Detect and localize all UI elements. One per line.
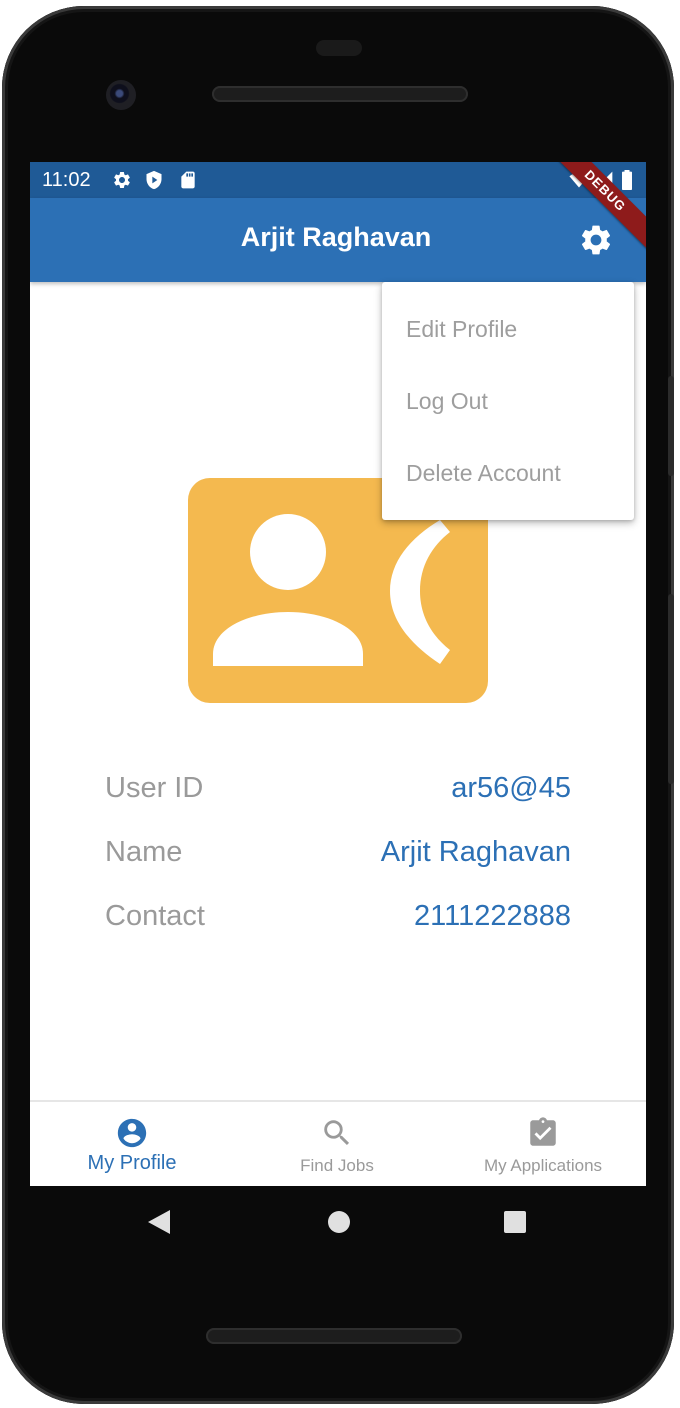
system-back-button[interactable] (146, 1208, 172, 1241)
nav-item-find-jobs[interactable]: Find Jobs (234, 1102, 440, 1186)
account-circle-icon (117, 1118, 147, 1148)
home-icon (328, 1211, 350, 1233)
field-value: ar56@45 (451, 772, 571, 804)
top-sensor (316, 40, 362, 56)
nav-item-my-profile[interactable]: My Profile (30, 1102, 234, 1186)
front-camera (106, 80, 136, 110)
field-value: Arjit Raghavan (380, 836, 571, 868)
sd-card-icon (178, 170, 198, 190)
status-time: 11:02 (42, 169, 91, 191)
menu-item-delete-account[interactable]: Delete Account (382, 437, 634, 509)
field-value: 2111222888 (414, 900, 571, 932)
field-label: Contact (105, 900, 205, 932)
menu-item-edit-profile[interactable]: Edit Profile (382, 293, 634, 365)
settings-gear-icon (581, 225, 611, 255)
field-label: Name (105, 836, 183, 868)
back-icon (148, 1210, 170, 1234)
bottom-nav: My Profile Find Jobs My Applications (30, 1100, 646, 1186)
nav-item-my-applications[interactable]: My Applications (440, 1102, 646, 1186)
battery-icon (620, 170, 640, 190)
field-label: User ID (105, 772, 204, 804)
nav-label: My Applications (483, 1156, 603, 1175)
settings-popup-menu: Edit Profile Log Out Delete Account (382, 282, 634, 520)
page-title: Arjit Raghavan (240, 222, 432, 252)
shield-play-icon (144, 170, 164, 190)
recents-icon (504, 1211, 526, 1233)
system-home-button[interactable] (326, 1208, 352, 1241)
nav-label: My Profile (87, 1152, 177, 1174)
top-speaker-grille (212, 86, 468, 102)
menu-item-log-out[interactable]: Log Out (382, 365, 634, 437)
profile-row-contact: Contact 2111222888 (105, 900, 571, 940)
status-bar: 11:02 (30, 162, 646, 198)
assignment-check-icon (530, 1117, 556, 1146)
power-button (668, 376, 674, 476)
profile-row-name: Name Arjit Raghavan (105, 836, 571, 876)
profile-row-user-id: User ID ar56@45 (105, 772, 571, 812)
app-screen: 11:02 Arjit Raghavan DEBUG User ID ar56@… (30, 162, 646, 1186)
nav-label: Find Jobs (300, 1156, 374, 1175)
gear-icon (112, 170, 132, 190)
system-recents-button[interactable] (503, 1208, 527, 1241)
volume-button (668, 594, 674, 784)
bottom-speaker-grille (206, 1328, 462, 1344)
app-bar: Arjit Raghavan (30, 198, 646, 282)
search-icon (324, 1120, 350, 1146)
settings-button[interactable] (578, 222, 614, 258)
